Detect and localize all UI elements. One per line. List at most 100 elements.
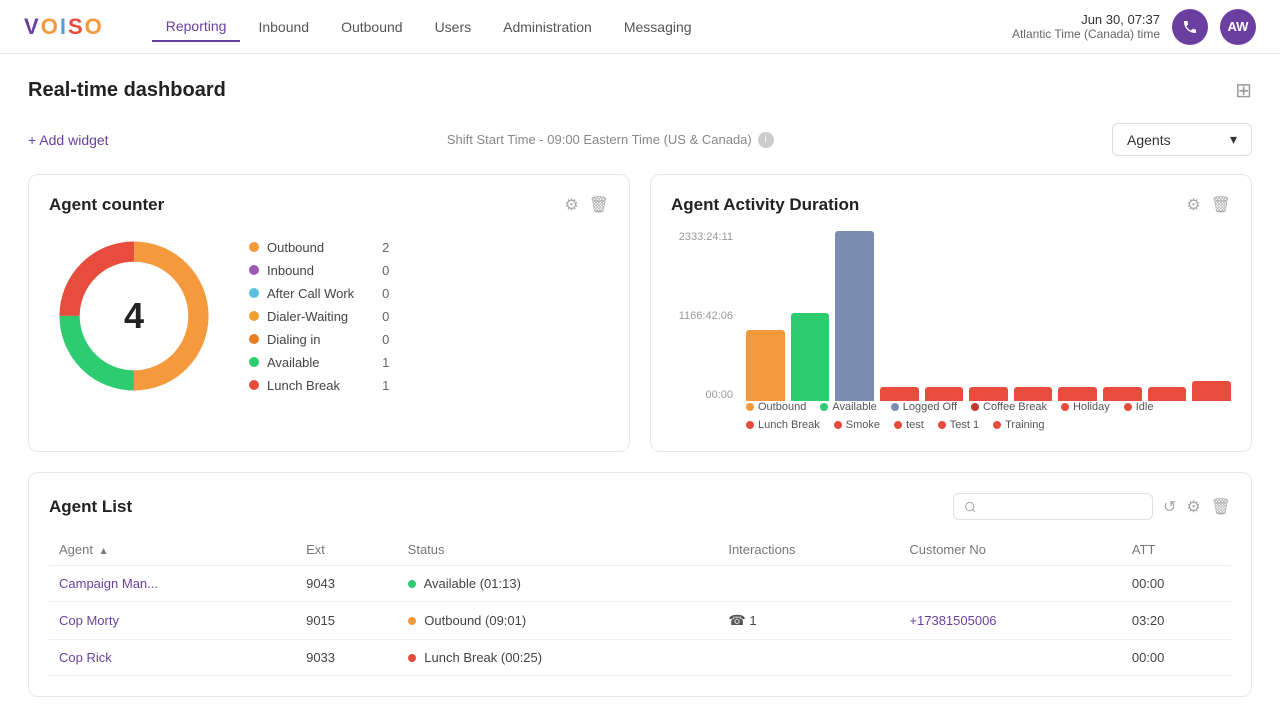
- agent-table-header-row: Agent ▲ Ext Status Interactions Customer…: [49, 534, 1231, 566]
- bar-chart-yaxis: 2333:24:11 1166:42:06 00:00: [671, 231, 741, 401]
- agent-counter-title: Agent counter: [49, 195, 164, 215]
- nav-right: Jun 30, 07:37 Atlantic Time (Canada) tim…: [1012, 9, 1256, 45]
- legend-label-lunch-break: Lunch Break: [267, 378, 340, 393]
- call-button[interactable]: [1172, 9, 1208, 45]
- agent-name-cell: Cop Rick: [49, 640, 296, 676]
- legend-dot-available: [249, 357, 259, 367]
- bar-chart-legend: Outbound Available Logged Off Coffee Bre…: [746, 401, 1231, 431]
- y-label-top: 2333:24:11: [671, 231, 733, 243]
- chevron-down-icon: ▾: [1230, 131, 1237, 148]
- legend-entry-holiday: Holiday: [1061, 401, 1110, 413]
- legend-entry-label-test1: Test 1: [950, 419, 979, 431]
- agent-name-link[interactable]: Cop Rick: [59, 650, 112, 665]
- legend-entry-dot-test1: [938, 421, 946, 429]
- legend-entry-lunch-break: Lunch Break: [746, 419, 820, 431]
- add-widget-button[interactable]: + Add widget: [28, 132, 109, 148]
- col-agent[interactable]: Agent ▲: [49, 534, 296, 566]
- legend-count-acw: 0: [362, 286, 389, 301]
- col-customer-no[interactable]: Customer No: [899, 534, 1121, 566]
- legend-entry-label-available: Available: [832, 401, 876, 413]
- legend-label-available: Available: [267, 355, 320, 370]
- nav-outbound[interactable]: Outbound: [327, 13, 417, 41]
- legend-label-dialing-in: Dialing in: [267, 332, 320, 347]
- page-header: Real-time dashboard ⊞: [28, 78, 1252, 103]
- table-row: Cop Rick 9033 Lunch Break (00:25) 00:00: [49, 640, 1231, 676]
- col-ext[interactable]: Ext: [296, 534, 398, 566]
- legend-dialer-waiting: Dialer-Waiting 0: [249, 309, 389, 324]
- agent-activity-delete-button[interactable]: 🗑: [1211, 195, 1231, 215]
- agent-ext-cell: 9043: [296, 566, 398, 602]
- agent-list-history-button[interactable]: ↺: [1163, 497, 1176, 517]
- customer-phone-link[interactable]: +17381505006: [909, 613, 996, 628]
- nav-inbound[interactable]: Inbound: [244, 13, 323, 41]
- legend-entry-available: Available: [820, 401, 876, 413]
- agent-name-link[interactable]: Cop Morty: [59, 613, 119, 628]
- agent-list-title: Agent List: [49, 497, 132, 517]
- legend-outbound: Outbound 2: [249, 240, 389, 255]
- shift-info-icon[interactable]: i: [758, 132, 774, 148]
- legend-label-dialer-waiting: Dialer-Waiting: [267, 309, 348, 324]
- agents-dropdown[interactable]: Agents ▾: [1112, 123, 1252, 156]
- legend-count-dialing-in: 0: [362, 332, 389, 347]
- nav-timezone: Atlantic Time (Canada) time: [1012, 27, 1160, 41]
- col-att[interactable]: ATT: [1122, 534, 1231, 566]
- legend-entry-dot-logged-off: [891, 403, 899, 411]
- agent-ext-cell: 9033: [296, 640, 398, 676]
- nav-messaging[interactable]: Messaging: [610, 13, 706, 41]
- search-icon: [964, 500, 977, 514]
- bar-logged-off: [835, 231, 874, 401]
- col-status[interactable]: Status: [398, 534, 719, 566]
- nav-reporting[interactable]: Reporting: [152, 12, 241, 42]
- legend-available: Available 1: [249, 355, 389, 370]
- widgets-row: Agent counter ⚙ 🗑 4: [28, 174, 1252, 452]
- grid-view-icon[interactable]: ⊞: [1235, 78, 1252, 103]
- agent-status-cell: Lunch Break (00:25): [398, 640, 719, 676]
- legend-dot-dialer-waiting: [249, 311, 259, 321]
- agent-list-header: Agent List ↺ ⚙ 🗑: [49, 493, 1231, 520]
- y-label-bot: 00:00: [671, 389, 733, 401]
- legend-entry-label-outbound: Outbound: [758, 401, 806, 413]
- legend-entry-dot-outbound: [746, 403, 754, 411]
- legend-entry-test: test: [894, 419, 924, 431]
- agent-counter-delete-button[interactable]: 🗑: [589, 195, 609, 215]
- table-row: Campaign Man... 9043 Available (01:13) 0…: [49, 566, 1231, 602]
- shift-info: Shift Start Time - 09:00 Eastern Time (U…: [447, 132, 774, 148]
- bar-holiday: [925, 387, 964, 401]
- search-input[interactable]: [982, 499, 1141, 514]
- legend-count-outbound: 2: [362, 240, 389, 255]
- legend-entry-dot-idle: [1124, 403, 1132, 411]
- nav-administration[interactable]: Administration: [489, 13, 606, 41]
- agent-table: Agent ▲ Ext Status Interactions Customer…: [49, 534, 1231, 676]
- agent-activity-settings-button[interactable]: ⚙: [1186, 195, 1200, 215]
- agent-list-delete-button[interactable]: 🗑: [1211, 497, 1231, 517]
- nav-datetime: Jun 30, 07:37 Atlantic Time (Canada) tim…: [1012, 12, 1160, 41]
- legend-entry-outbound: Outbound: [746, 401, 806, 413]
- agent-table-head: Agent ▲ Ext Status Interactions Customer…: [49, 534, 1231, 566]
- agent-activity-title: Agent Activity Duration: [671, 195, 859, 215]
- agent-table-body: Campaign Man... 9043 Available (01:13) 0…: [49, 566, 1231, 676]
- user-avatar[interactable]: AW: [1220, 9, 1256, 45]
- bar-idle: [969, 387, 1008, 401]
- toolbar: + Add widget Shift Start Time - 09:00 Ea…: [28, 123, 1252, 156]
- legend-entry-label-coffee-break: Coffee Break: [983, 401, 1047, 413]
- legend-entry-label-holiday: Holiday: [1073, 401, 1110, 413]
- agent-status-cell: Available (01:13): [398, 566, 719, 602]
- donut-center-value: 4: [124, 295, 144, 337]
- shift-info-text: Shift Start Time - 09:00 Eastern Time (U…: [447, 132, 752, 147]
- agent-ext-cell: 9015: [296, 602, 398, 640]
- agent-att-cell: 00:00: [1122, 566, 1231, 602]
- legend-entry-dot-lunch-break2: [746, 421, 754, 429]
- agent-name-link[interactable]: Campaign Man...: [59, 576, 158, 591]
- bar-outbound: [746, 330, 785, 401]
- agent-search-box[interactable]: [953, 493, 1153, 520]
- legend-label-outbound: Outbound: [267, 240, 324, 255]
- nav-users[interactable]: Users: [421, 13, 486, 41]
- agent-counter-settings-button[interactable]: ⚙: [564, 195, 578, 215]
- legend-dot-dialing-in: [249, 334, 259, 344]
- status-dot: [408, 654, 416, 662]
- bar-coffee-break: [880, 387, 919, 401]
- col-interactions[interactable]: Interactions: [718, 534, 899, 566]
- legend-dialing-in: Dialing in 0: [249, 332, 389, 347]
- legend-lunch-break: Lunch Break 1: [249, 378, 389, 393]
- agent-list-settings-button[interactable]: ⚙: [1186, 497, 1200, 517]
